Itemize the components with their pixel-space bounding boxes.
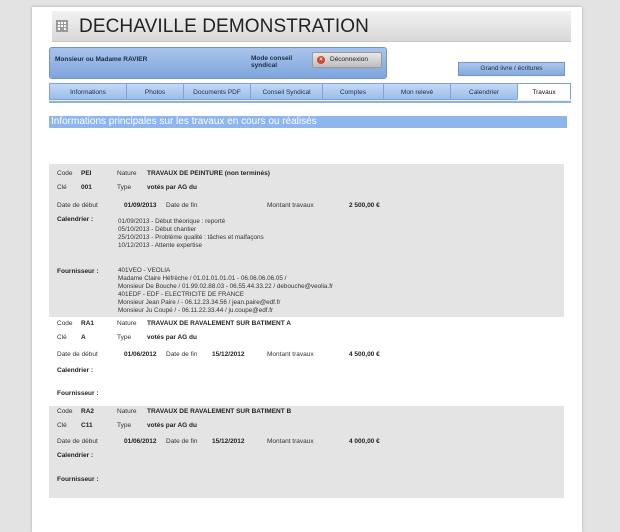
type-label: Type bbox=[117, 334, 132, 341]
user-mode: Mode conseil syndical bbox=[251, 55, 293, 69]
date-fin-label: Date de fin bbox=[166, 202, 198, 209]
montant-label: Montant travaux bbox=[267, 438, 314, 445]
tab-calendrier[interactable]: Calendrier bbox=[450, 83, 518, 100]
user-panel: Monsieur ou Madame RAVIER Mode conseil s… bbox=[49, 47, 387, 79]
code-label: Code bbox=[57, 170, 73, 177]
montant-label: Montant travaux bbox=[267, 351, 314, 358]
fournisseur-entry: 401EDF - EDF - ELECTRICITE DE FRANCE bbox=[118, 291, 244, 298]
cle-label: Clé bbox=[57, 334, 67, 341]
type-label: Type bbox=[117, 422, 132, 429]
calendrier-entry: 10/12/2013 - Attente expertise bbox=[118, 242, 203, 249]
fournisseur-entry: Monsieur Ju Coupé / - 06.11.22.33.44 / j… bbox=[118, 307, 274, 314]
calendrier-entry: 01/09/2013 - Début théorique : reporté bbox=[118, 218, 226, 225]
work-card: Code PEI Nature TRAVAUX DE PEINTURE (non… bbox=[49, 164, 564, 317]
tab-bar: Informations Photos Documents PDF Consei… bbox=[49, 83, 571, 103]
calendrier-label: Calendrier : bbox=[57, 367, 94, 374]
ledger-button[interactable]: Grand livre / écritures bbox=[458, 62, 565, 76]
work-type: votés par AG du bbox=[147, 184, 197, 191]
work-montant: 4 500,00 € bbox=[349, 351, 380, 358]
tab-mon-releve[interactable]: Mon relevé bbox=[383, 83, 451, 100]
cle-label: Clé bbox=[57, 422, 67, 429]
tab-conseil-syndical[interactable]: Conseil Syndical bbox=[250, 83, 323, 100]
work-date-debut: 01/06/2012 bbox=[124, 438, 157, 445]
date-fin-label: Date de fin bbox=[166, 351, 198, 358]
section-title: Informations principales sur les travaux… bbox=[49, 116, 567, 128]
calendrier-entry: 05/10/2013 - Début chantier bbox=[118, 226, 197, 233]
work-montant: 4 000,00 € bbox=[349, 438, 380, 445]
date-debut-label: Date de début bbox=[57, 438, 98, 445]
logout-button[interactable]: × Déconnexion bbox=[312, 52, 382, 68]
app-header: DECHAVILLE DEMONSTRATION bbox=[52, 11, 571, 42]
work-cle: 001 bbox=[81, 184, 92, 191]
work-date-fin: 15/12/2012 bbox=[212, 438, 245, 445]
work-code: PEI bbox=[81, 170, 92, 177]
tab-photos[interactable]: Photos bbox=[126, 83, 184, 100]
calendrier-label: Calendrier : bbox=[57, 216, 94, 223]
work-card: Code RA2 Nature TRAVAUX DE RAVALEMENT SU… bbox=[49, 406, 564, 498]
calendrier-entry: 25/10/2013 - Problème qualité : tâches e… bbox=[118, 234, 264, 241]
nature-label: Nature bbox=[117, 408, 137, 415]
work-card: Code RA1 Nature TRAVAUX DE RAVALEMENT SU… bbox=[49, 318, 564, 406]
work-nature: TRAVAUX DE RAVALEMENT SUR BATIMENT B bbox=[147, 408, 292, 415]
montant-label: Montant travaux bbox=[267, 202, 314, 209]
user-name: Monsieur ou Madame RAVIER bbox=[55, 56, 148, 63]
date-debut-label: Date de début bbox=[57, 351, 98, 358]
close-icon: × bbox=[317, 56, 325, 64]
work-nature: TRAVAUX DE RAVALEMENT SUR BATIMENT A bbox=[147, 320, 291, 327]
cle-label: Clé bbox=[57, 184, 67, 191]
date-fin-label: Date de fin bbox=[166, 438, 198, 445]
work-montant: 2 500,00 € bbox=[349, 202, 380, 209]
tab-comptes[interactable]: Comptes bbox=[322, 83, 384, 100]
fournisseur-entry: Monsieur De Bouche / 01.99.02.88.03 - 06… bbox=[118, 283, 334, 290]
work-date-debut: 01/09/2013 bbox=[124, 202, 157, 209]
work-nature: TRAVAUX DE PEINTURE (non terminés) bbox=[147, 170, 270, 177]
nature-label: Nature bbox=[117, 170, 137, 177]
code-label: Code bbox=[57, 408, 73, 415]
work-cle: A bbox=[81, 334, 86, 341]
work-code: RA1 bbox=[81, 320, 95, 327]
fournisseur-label: Fournisseur : bbox=[57, 476, 99, 483]
tab-documents-pdf[interactable]: Documents PDF bbox=[183, 83, 251, 100]
work-cle: C11 bbox=[81, 422, 93, 429]
date-debut-label: Date de début bbox=[57, 202, 98, 209]
app-title: DECHAVILLE DEMONSTRATION bbox=[79, 16, 369, 37]
tab-travaux[interactable]: Travaux bbox=[517, 83, 571, 100]
page-container: DECHAVILLE DEMONSTRATION Monsieur ou Mad… bbox=[32, 7, 582, 532]
work-date-fin: 15/12/2012 bbox=[212, 351, 245, 358]
nature-label: Nature bbox=[117, 320, 137, 327]
calendrier-label: Calendrier : bbox=[57, 452, 94, 459]
work-code: RA2 bbox=[81, 408, 95, 415]
fournisseur-label: Fournisseur : bbox=[57, 268, 99, 275]
fournisseur-entry: Madame Claire Héfrèche / 01.01.01.01.01 … bbox=[118, 275, 287, 282]
code-label: Code bbox=[57, 320, 73, 327]
work-date-debut: 01/06/2012 bbox=[124, 351, 157, 358]
type-label: Type bbox=[117, 184, 132, 191]
tab-informations[interactable]: Informations bbox=[49, 83, 127, 100]
work-type: votés par AG du bbox=[147, 334, 197, 341]
fournisseur-label: Fournisseur : bbox=[57, 390, 99, 397]
fournisseur-entry: Monsieur Jean Paire / - 06.12.23.34.56 /… bbox=[118, 299, 281, 306]
work-type: votés par AG du bbox=[147, 422, 197, 429]
building-logo-icon bbox=[56, 20, 68, 32]
logout-label: Déconnexion bbox=[330, 56, 368, 63]
fournisseur-entry: 401VEO - VEOLIA bbox=[118, 267, 171, 274]
